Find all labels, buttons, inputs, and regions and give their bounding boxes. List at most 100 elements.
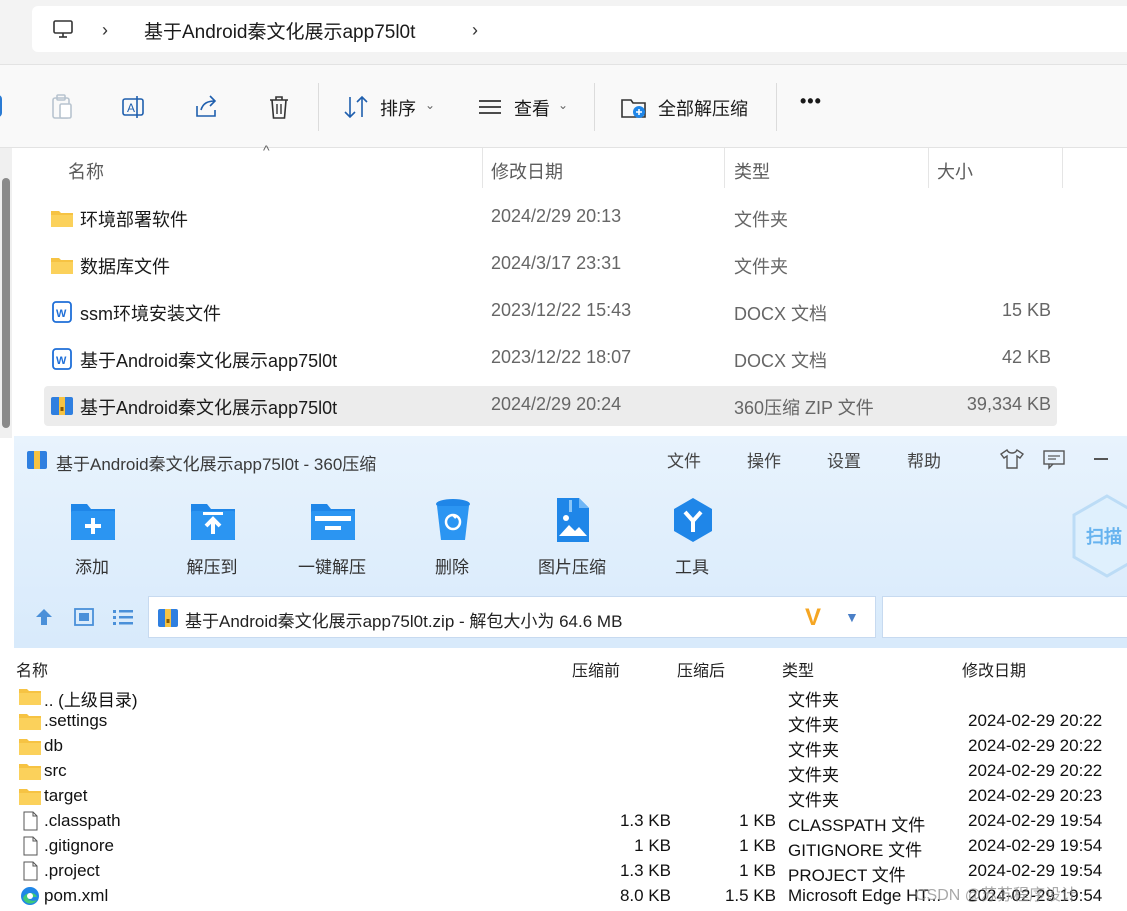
tools-button[interactable]: 工具 xyxy=(647,496,737,586)
folder-icon xyxy=(51,258,73,274)
list-view-icon[interactable] xyxy=(112,607,134,627)
column-header-size[interactable]: 大小 xyxy=(937,158,973,184)
archive-entry-name: target xyxy=(44,786,88,805)
breadcrumb-chevron-icon[interactable]: › xyxy=(102,20,108,41)
file-row[interactable]: W ssm环境安装文件 2023/12/22 15:43 DOCX 文档 15 … xyxy=(44,292,1057,332)
archive-row[interactable]: db 文件夹 2024-02-29 20:22 xyxy=(14,734,1127,760)
archive-row[interactable]: .classpath 1.3 KB 1 KB CLASSPATH 文件 2024… xyxy=(14,809,1127,835)
up-arrow-icon[interactable] xyxy=(34,607,54,627)
this-pc-icon[interactable] xyxy=(52,18,74,40)
share-icon[interactable] xyxy=(193,93,221,121)
minimize-icon[interactable] xyxy=(1094,458,1108,460)
column-header-date[interactable]: 修改日期 xyxy=(491,158,563,184)
thumbnail-view-icon[interactable] xyxy=(74,607,94,627)
archive-row[interactable]: .gitignore 1 KB 1 KB GITIGNORE 文件 2024-0… xyxy=(14,834,1127,860)
view-icon[interactable] xyxy=(476,93,504,121)
nav-pane-scrollbar[interactable] xyxy=(0,148,12,438)
delete-button[interactable]: 删除 xyxy=(407,496,497,586)
archive-entry-post: 1 KB xyxy=(739,861,776,880)
archive-entry-date: 2024-02-29 20:22 xyxy=(968,711,1103,730)
breadcrumb-chevron-icon[interactable]: › xyxy=(472,20,478,41)
archive-entry-type: 文件夹 xyxy=(788,741,839,760)
zip-column-name[interactable]: 名称 xyxy=(16,657,48,681)
chevron-down-icon[interactable]: ⌄ xyxy=(558,98,568,112)
archive-row[interactable]: .settings 文件夹 2024-02-29 20:22 xyxy=(14,709,1127,735)
archive-entry-type: 文件夹 xyxy=(788,691,839,710)
menu-help[interactable]: 帮助 xyxy=(907,447,941,472)
sort-ascending-icon: ^ xyxy=(263,142,270,158)
column-divider[interactable] xyxy=(1062,148,1063,188)
feedback-icon[interactable] xyxy=(1042,448,1066,470)
column-divider[interactable] xyxy=(724,148,725,188)
one-click-extract-button[interactable]: 一键解压 xyxy=(287,496,377,586)
divider xyxy=(594,83,595,131)
column-header-type[interactable]: 类型 xyxy=(734,158,770,184)
column-header-name[interactable]: 名称 xyxy=(68,158,104,184)
svg-text:扫描: 扫描 xyxy=(1086,526,1122,548)
tools-hexagon-icon xyxy=(674,498,712,542)
file-type: DOCX 文档 xyxy=(734,351,828,371)
column-divider[interactable] xyxy=(482,148,483,188)
file-row[interactable]: 数据库文件 2024/3/17 23:31 文件夹 xyxy=(44,245,1057,285)
zip-column-date[interactable]: 修改日期 xyxy=(962,657,1026,681)
archive-entry-date: 2024-02-29 19:54 xyxy=(968,811,1103,830)
chevron-down-icon[interactable]: ⌄ xyxy=(425,98,435,112)
file-size: 39,334 KB xyxy=(966,394,1051,414)
view-button[interactable]: 查看 xyxy=(514,95,550,121)
zip-column-post[interactable]: 压缩后 xyxy=(677,657,725,681)
archive-entry-date: 2024-02-29 20:22 xyxy=(968,761,1103,780)
archive-entry-type: GITIGNORE 文件 xyxy=(788,841,923,860)
file-date: 2023/12/22 15:43 xyxy=(491,300,632,320)
archive-row[interactable]: .. (上级目录) 文件夹 xyxy=(14,684,1127,710)
extract-all-button[interactable]: 全部解压缩 xyxy=(658,95,748,121)
archive-entry-post: 1 KB xyxy=(739,811,776,830)
extract-folder-icon[interactable] xyxy=(620,93,648,121)
file-row-selected[interactable]: 基于Android秦文化展示app75l0t 2024/2/29 20:24 3… xyxy=(44,386,1057,426)
archive-entry-date: 2024-02-29 19:54 xyxy=(968,861,1103,880)
file-icon xyxy=(23,861,38,881)
scrollbar-thumb[interactable] xyxy=(2,178,10,428)
file-icon xyxy=(23,811,38,831)
menu-operation[interactable]: 操作 xyxy=(747,447,781,472)
image-compress-button[interactable]: 图片压缩 xyxy=(527,496,617,586)
zip-column-type[interactable]: 类型 xyxy=(782,657,814,681)
file-row[interactable]: 环境部署软件 2024/2/29 20:13 文件夹 xyxy=(44,198,1057,238)
file-icon xyxy=(23,836,38,856)
rename-icon[interactable]: A xyxy=(120,93,148,121)
paste-icon[interactable] xyxy=(48,93,76,121)
file-name: ssm环境安装文件 xyxy=(80,304,221,324)
archive-row[interactable]: src 文件夹 2024-02-29 20:22 xyxy=(14,759,1127,785)
archive-path-field[interactable]: 基于Android秦文化展示app75l0t.zip - 解包大小为 64.6 … xyxy=(148,596,876,638)
zip-column-pre[interactable]: 压缩前 xyxy=(572,657,620,681)
menu-settings[interactable]: 设置 xyxy=(827,447,861,472)
scan-hexagon-icon[interactable]: 扫描 xyxy=(1072,494,1127,578)
archive-entry-type: 文件夹 xyxy=(788,791,839,810)
svg-text:W: W xyxy=(56,355,67,367)
column-divider[interactable] xyxy=(928,148,929,188)
address-bar[interactable]: › 基于Android秦文化展示app75l0t › xyxy=(32,6,1127,52)
v-logo-icon[interactable]: V xyxy=(805,606,821,630)
archive-entry-name: src xyxy=(44,761,67,780)
sort-button[interactable]: 排序 xyxy=(380,95,416,121)
file-date: 2024/2/29 20:13 xyxy=(491,206,622,226)
archive-entry-pre: 1.3 KB xyxy=(619,811,671,830)
skin-shirt-icon[interactable] xyxy=(1000,448,1024,470)
extract-to-button[interactable]: 解压到 xyxy=(167,496,257,586)
archive-search-input[interactable] xyxy=(882,596,1127,638)
extract-to-icon xyxy=(191,504,235,540)
add-button[interactable]: 添加 xyxy=(47,496,137,586)
archive-entry-type: PROJECT 文件 xyxy=(788,866,906,885)
more-options-button[interactable]: ••• xyxy=(800,91,822,112)
folder-icon xyxy=(19,789,41,805)
path-dropdown-icon[interactable]: ▼ xyxy=(845,609,859,625)
archive-row[interactable]: target 文件夹 2024-02-29 20:23 xyxy=(14,784,1127,810)
new-item-icon[interactable] xyxy=(0,95,2,117)
file-type: 文件夹 xyxy=(734,257,788,277)
file-row[interactable]: W 基于Android秦文化展示app75l0t 2023/12/22 18:0… xyxy=(44,339,1057,379)
archive-path-text: 基于Android秦文化展示app75l0t.zip - 解包大小为 64.6 … xyxy=(185,612,623,631)
sort-icon[interactable] xyxy=(342,93,370,121)
breadcrumb-folder[interactable]: 基于Android秦文化展示app75l0t xyxy=(144,17,415,44)
menu-file[interactable]: 文件 xyxy=(667,447,701,472)
svg-text:A: A xyxy=(127,101,135,115)
delete-icon[interactable] xyxy=(265,93,293,121)
